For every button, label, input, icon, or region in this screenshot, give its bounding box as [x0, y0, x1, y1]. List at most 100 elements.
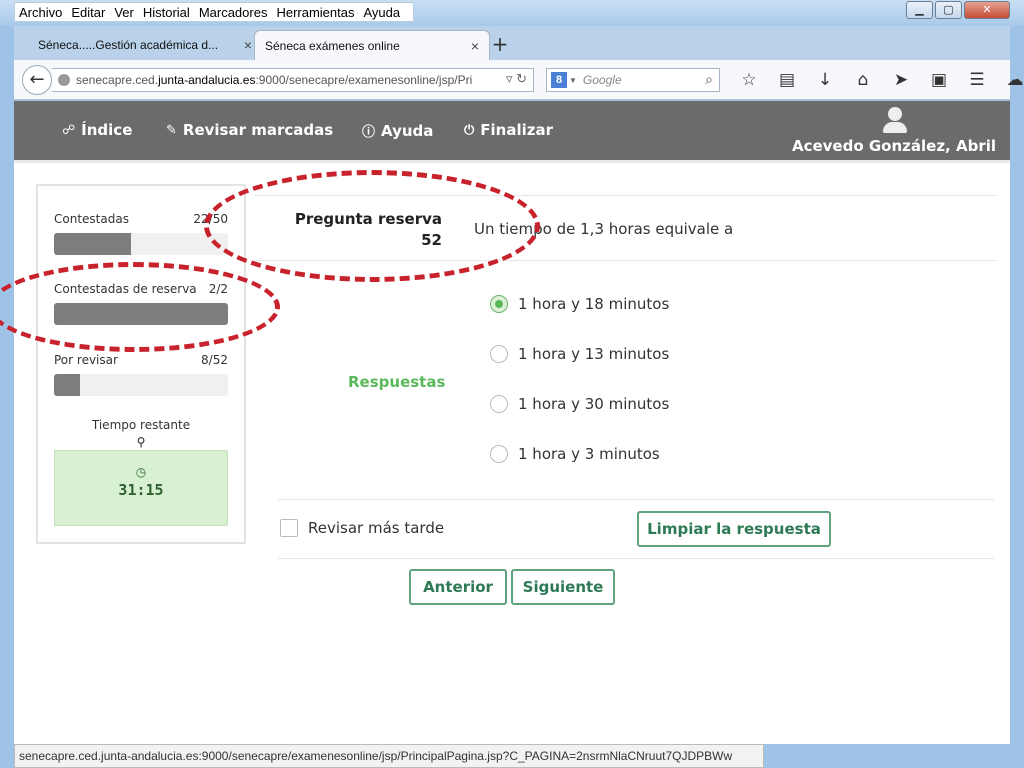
maximize-button[interactable]: ▢: [935, 1, 962, 19]
progress-fill: [54, 374, 81, 396]
pencil-icon: ✎: [166, 122, 177, 138]
radio-button[interactable]: [490, 445, 508, 463]
tab-close-icon[interactable]: ×: [471, 38, 479, 54]
answer-option[interactable]: 1 hora y 3 minutos: [490, 445, 660, 463]
answers-label: Respuestas: [348, 373, 446, 391]
answer-option[interactable]: 1 hora y 13 minutos: [490, 345, 669, 363]
nav-ayuda[interactable]: ⓘ Ayuda: [362, 121, 434, 141]
sitemap-icon: ☍: [62, 122, 76, 138]
search-icon[interactable]: ⌕: [705, 71, 713, 88]
menu-ayuda[interactable]: Ayuda: [363, 5, 400, 20]
stat-reserva: Contestadas de reserva 2/2: [54, 282, 228, 325]
chevron-down-icon[interactable]: ▼: [569, 76, 577, 85]
minimize-button[interactable]: ▁: [906, 1, 933, 19]
close-window-button[interactable]: ✕: [964, 1, 1010, 19]
review-later-label: Revisar más tarde: [308, 519, 445, 537]
nav-revisar-label: Revisar marcadas: [182, 121, 334, 139]
menu-editar[interactable]: Editar: [71, 5, 105, 20]
radio-button[interactable]: [490, 345, 508, 363]
answer-text: 1 hora y 18 minutos: [518, 295, 670, 313]
search-engine-icon[interactable]: 8: [551, 72, 567, 88]
nav-indice-label: Índice: [81, 121, 133, 139]
stat-label: Por revisar: [54, 353, 118, 367]
question-text: Un tiempo de 1,3 horas equivale a: [474, 220, 734, 238]
review-later-checkbox[interactable]: Revisar más tarde: [280, 519, 444, 537]
exam-page: ☍ Índice ✎ Revisar marcadas ⓘ Ayuda ⏻ Fi…: [14, 101, 1010, 744]
question-label: Pregunta reserva: [294, 210, 442, 228]
star-icon[interactable]: ☆: [730, 70, 768, 90]
info-icon: ⓘ: [362, 125, 376, 140]
new-tab-button[interactable]: +: [488, 30, 512, 58]
send-icon[interactable]: ➤: [882, 70, 920, 90]
nav-ayuda-label: Ayuda: [381, 121, 434, 140]
zoom-icon[interactable]: ⚲: [38, 435, 244, 449]
next-button[interactable]: Siguiente: [511, 569, 615, 605]
reload-icon[interactable]: ▿ ↻: [506, 71, 527, 87]
tab-close-icon[interactable]: ×: [244, 37, 252, 53]
menu-archivo[interactable]: Archivo: [19, 5, 62, 20]
checkbox[interactable]: [280, 519, 298, 537]
answer-text: 1 hora y 30 minutos: [518, 395, 670, 413]
nav-indice[interactable]: ☍ Índice: [62, 121, 132, 139]
globe-icon: [58, 74, 70, 86]
user-profile[interactable]: Acevedo González, Abril: [792, 107, 996, 155]
stat-por-revisar: Por revisar 8/52: [54, 353, 228, 396]
progress-bar: [54, 303, 228, 325]
question-number: 52: [421, 231, 442, 249]
divider: [278, 558, 994, 559]
tab-examenes-online[interactable]: Séneca exámenes online ×: [254, 30, 490, 60]
previous-button[interactable]: Anterior: [409, 569, 507, 605]
answer-option[interactable]: 1 hora y 30 minutos: [490, 395, 669, 413]
divider: [278, 499, 994, 500]
progress-sidebar: Contestadas 22/50 Contestadas de reserva…: [36, 184, 246, 544]
browser-window: Archivo Editar Ver Historial Marcadores …: [0, 0, 1024, 768]
progress-bar: [54, 374, 228, 396]
radio-button[interactable]: [490, 295, 508, 313]
navigation-bar: ← senecapre.ced. junta-andalucia.es:9000/…: [14, 60, 1024, 100]
timer-box: ◷ 31:15: [54, 450, 228, 526]
url-prefix: senecapre.ced.: [76, 73, 159, 87]
reading-list-icon[interactable]: ▤: [768, 70, 806, 90]
stat-label: Contestadas de reserva: [54, 282, 197, 296]
menu-ver[interactable]: Ver: [114, 5, 134, 20]
stat-count: 2/2: [208, 282, 228, 296]
stat-count: 22/50: [193, 212, 228, 226]
menu-marcadores[interactable]: Marcadores: [199, 5, 268, 20]
url-domain: junta-andalucia.es: [158, 73, 256, 87]
stat-contestadas: Contestadas 22/50: [54, 212, 228, 255]
menu-bar: Archivo Editar Ver Historial Marcadores …: [14, 2, 415, 22]
back-button[interactable]: ←: [22, 65, 52, 95]
clock-icon: ◷: [135, 465, 147, 479]
search-input[interactable]: 8 ▼ Google ⌕: [546, 68, 720, 92]
tab-gestion-academica[interactable]: Séneca.....Gestión académica d... ×: [28, 30, 262, 60]
power-icon: ⏻: [464, 122, 475, 138]
nav-finalizar[interactable]: ⏻ Finalizar: [464, 121, 553, 139]
nav-revisar-marcadas[interactable]: ✎ Revisar marcadas: [166, 121, 333, 139]
clear-answer-button[interactable]: Limpiar la respuesta: [637, 511, 831, 547]
app-nav: ☍ Índice ✎ Revisar marcadas ⓘ Ayuda ⏻ Fi…: [14, 101, 1010, 163]
user-icon: [882, 107, 908, 133]
progress-fill: [54, 233, 131, 255]
menu-icon[interactable]: ☰: [958, 70, 996, 90]
answer-text: 1 hora y 13 minutos: [518, 345, 670, 363]
timer-value: 31:15: [118, 481, 164, 499]
user-name: Acevedo González, Abril: [791, 137, 996, 155]
search-placeholder: Google: [582, 73, 622, 87]
radio-button[interactable]: [490, 395, 508, 413]
url-bar[interactable]: senecapre.ced. junta-andalucia.es:9000/se…: [52, 68, 534, 92]
status-bar: senecapre.ced.junta-andalucia.es:9000/se…: [14, 744, 764, 768]
stat-count: 8/52: [201, 353, 228, 367]
answer-text: 1 hora y 3 minutos: [518, 445, 660, 463]
screenshot-icon[interactable]: ▣: [920, 70, 958, 90]
progress-bar: [54, 233, 228, 255]
cloud-icon[interactable]: ☁: [996, 70, 1024, 90]
question-header: Pregunta reserva 52 Un tiempo de 1,3 hor…: [254, 195, 996, 261]
timer-label: Tiempo restante: [91, 418, 191, 432]
download-icon[interactable]: ↓: [806, 70, 844, 90]
tab-label: Séneca exámenes online: [265, 38, 400, 53]
home-icon[interactable]: ⌂: [844, 70, 882, 90]
answer-option[interactable]: 1 hora y 18 minutos: [490, 295, 669, 313]
menu-historial[interactable]: Historial: [143, 5, 190, 20]
stat-label: Contestadas: [54, 212, 129, 226]
menu-herramientas[interactable]: Herramientas: [276, 5, 354, 20]
